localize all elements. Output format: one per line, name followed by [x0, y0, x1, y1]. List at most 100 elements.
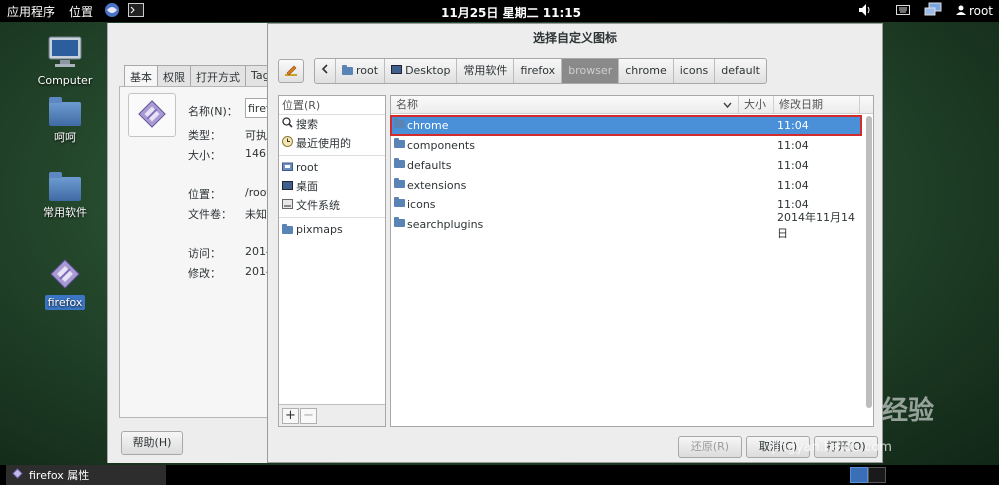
user-icon	[955, 4, 966, 18]
tab-permissions[interactable]: 权限	[157, 65, 191, 88]
folder-icon	[394, 197, 405, 207]
remove-bookmark-button[interactable]: −	[300, 407, 317, 424]
file-name: extensions	[407, 179, 467, 192]
path-crumb-browser[interactable]: browser	[562, 59, 620, 83]
crumb-label: Desktop	[405, 64, 451, 77]
folder-icon	[394, 217, 405, 227]
file-name: chrome	[407, 119, 449, 132]
column-name-label: 名称	[396, 98, 418, 111]
file-row-defaults[interactable]: defaults 11:04	[391, 156, 861, 175]
places-item-search[interactable]: 搜索	[279, 115, 385, 134]
user-name: root	[968, 4, 993, 18]
volume-icon[interactable]	[858, 3, 872, 20]
places-menu[interactable]: 位置	[62, 3, 100, 20]
clock-icon	[282, 134, 293, 153]
column-modified[interactable]: 修改日期	[774, 96, 860, 113]
search-icon	[282, 115, 293, 134]
path-crumb-icons[interactable]: icons	[674, 59, 716, 83]
desktop-icon	[391, 59, 403, 83]
computer-icon	[47, 36, 83, 71]
places-toolbar: + −	[279, 404, 385, 426]
path-crumb-chrome[interactable]: chrome	[619, 59, 674, 83]
taskbar-item-label: firefox 属性	[29, 469, 90, 482]
name-label: 名称(N)：	[188, 105, 238, 118]
places-item-desktop[interactable]: 桌面	[279, 177, 385, 196]
file-icon-button[interactable]	[128, 93, 176, 137]
folder-icon	[342, 65, 353, 75]
file-row-components[interactable]: components 11:04	[391, 136, 861, 155]
file-modified: 11:04	[777, 159, 809, 172]
places-separator	[279, 217, 385, 218]
top-panel: 应用程序 位置 11月25日 星期二 11:15 root	[0, 0, 999, 22]
places-separator	[279, 155, 385, 156]
add-bookmark-button[interactable]: +	[282, 407, 299, 424]
taskbar-item-firefox-properties[interactable]: firefox 属性	[6, 465, 166, 485]
desktop-icon-common-software[interactable]: 常用软件	[30, 172, 100, 221]
places-item-label: 最近使用的	[296, 137, 351, 150]
places-item-label: pixmaps	[296, 223, 343, 236]
path-crumb-desktop[interactable]: Desktop	[385, 59, 458, 83]
tab-open-with[interactable]: 打开方式	[190, 65, 246, 88]
modified-label: 修改：	[188, 267, 221, 280]
tab-basic[interactable]: 基本	[124, 65, 158, 88]
desktop-icon-computer[interactable]: Computer	[30, 36, 100, 88]
file-list: 名称 大小 修改日期 chrome 11:04 components 11:04…	[390, 95, 874, 427]
volume-value: 未知	[245, 208, 267, 221]
path-crumb-root[interactable]: root	[336, 59, 386, 83]
desktop-icon-firefox[interactable]: firefox	[30, 258, 100, 310]
revert-button[interactable]: 还原(R)	[678, 436, 742, 458]
workspace-2[interactable]	[868, 467, 886, 483]
folder-icon	[282, 223, 293, 234]
path-crumb-common-software[interactable]: 常用软件	[457, 59, 515, 83]
column-size[interactable]: 大小	[739, 96, 774, 113]
browser-launcher-icon[interactable]	[104, 2, 120, 21]
places-item-pixmaps[interactable]: pixmaps	[279, 220, 385, 239]
folder-icon	[49, 172, 81, 201]
type-location-button[interactable]	[278, 59, 304, 83]
help-button[interactable]: 帮助(H)	[121, 431, 183, 455]
places-item-filesystem[interactable]: 文件系统	[279, 196, 385, 215]
places-item-label: root	[296, 161, 319, 174]
desktop-icon-hehe[interactable]: 呵呵	[30, 97, 100, 146]
applications-menu[interactable]: 应用程序	[0, 3, 62, 20]
path-crumb-firefox[interactable]: firefox	[514, 59, 563, 83]
file-row-chrome[interactable]: chrome 11:04	[390, 115, 862, 136]
desktop-icon-label: 呵呵	[54, 131, 76, 144]
file-row-searchplugins[interactable]: searchplugins 2014年11月14日	[391, 211, 861, 240]
file-name: components	[407, 139, 475, 152]
user-menu[interactable]: root	[955, 4, 993, 18]
file-modified: 11:04	[777, 179, 809, 192]
workspace-1[interactable]	[850, 467, 868, 483]
places-header: 位置(R)	[279, 96, 385, 115]
file-modified: 11:04	[777, 119, 809, 132]
network-icon[interactable]	[924, 2, 942, 21]
watermark-brand: Bai	[752, 382, 824, 428]
folder-icon	[394, 138, 405, 148]
places-item-label: 搜索	[296, 118, 318, 131]
desktop-icon-label: 常用软件	[43, 206, 87, 219]
column-name[interactable]: 名称	[391, 96, 739, 113]
places-item-root[interactable]: root	[279, 158, 385, 177]
path-back-button[interactable]	[315, 59, 336, 83]
workspace-switcher[interactable]	[850, 467, 886, 483]
keyboard-icon[interactable]	[895, 4, 910, 19]
places-item-recent[interactable]: 最近使用的	[279, 134, 385, 153]
places-item-label: 桌面	[296, 180, 318, 193]
chevron-left-icon	[321, 59, 329, 83]
drive-icon	[282, 196, 293, 215]
clock[interactable]: 11月25日 星期二 11:15	[441, 4, 581, 21]
launcher-diamond-icon	[137, 99, 167, 132]
terminal-launcher-icon[interactable]	[128, 2, 145, 20]
dialog-title: 选择自定义图标	[532, 31, 617, 45]
file-name: searchplugins	[407, 218, 484, 231]
home-folder-icon	[282, 158, 293, 177]
basic-panel: 名称(N)： firef 类型： 可执 大小： 146. 位置： /root 文…	[119, 86, 279, 418]
scrollbar-thumb[interactable]	[866, 116, 872, 408]
properties-window: 基本 权限 打开方式 Tag 名称(N)： firef 类型： 可执 大小： 1…	[107, 23, 279, 463]
type-value: 可执	[245, 129, 267, 142]
bottom-panel: firefox 属性	[0, 465, 999, 485]
file-row-extensions[interactable]: extensions 11:04	[391, 176, 861, 195]
file-list-scrollbar[interactable]	[864, 114, 874, 426]
desktop-icon-label: Computer	[37, 74, 93, 87]
path-crumb-default[interactable]: default	[715, 59, 766, 83]
